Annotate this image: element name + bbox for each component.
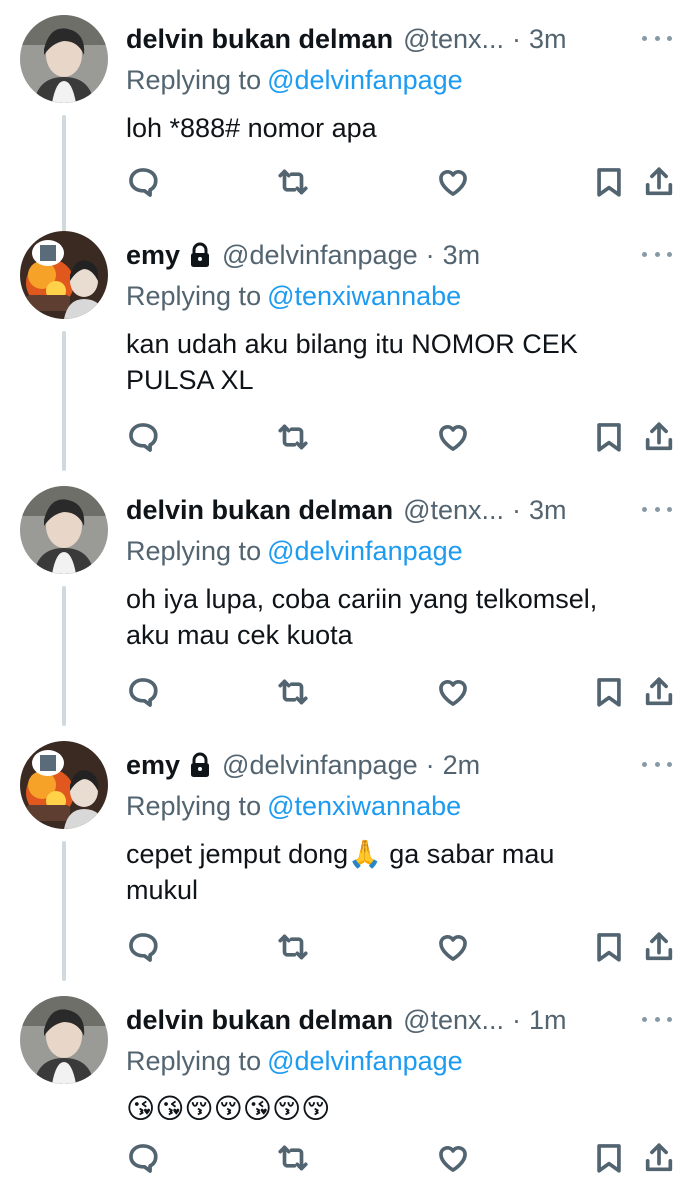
reply-mention[interactable]: @tenxiwannabe: [267, 791, 461, 821]
thread-line: [62, 331, 66, 471]
retweet-icon[interactable]: [276, 165, 312, 201]
username[interactable]: @delvinfanpage: [222, 240, 418, 271]
tweet-actions: [126, 930, 673, 966]
display-name[interactable]: delvin bukan delman: [126, 495, 393, 526]
retweet-icon[interactable]: [276, 1141, 312, 1177]
display-name[interactable]: delvin bukan delman: [126, 1005, 393, 1036]
avatar[interactable]: [20, 996, 108, 1084]
bookmark-icon[interactable]: [592, 420, 628, 456]
replying-label: Replying to: [126, 536, 262, 566]
replying-label: Replying to: [126, 65, 262, 95]
thread-line: [62, 586, 66, 726]
replying-to: Replying to @tenxiwannabe: [126, 788, 672, 824]
avatar-fire: [20, 231, 108, 319]
timestamp[interactable]: 3m: [443, 240, 481, 271]
bookmark-icon[interactable]: [592, 675, 628, 711]
reply-icon[interactable]: [126, 675, 162, 711]
tweet[interactable]: delvin bukan delman @tenx... · 1m Replyi…: [0, 981, 692, 1200]
replying-to: Replying to @tenxiwannabe: [126, 278, 672, 314]
reply-mention[interactable]: @delvinfanpage: [267, 1046, 463, 1076]
bookmark-icon[interactable]: [592, 1141, 628, 1177]
avatar-fire: [20, 741, 108, 829]
avatar[interactable]: [20, 486, 108, 574]
tweet-actions: [126, 420, 673, 456]
more-icon[interactable]: [642, 754, 672, 774]
more-icon[interactable]: [642, 499, 672, 519]
bookmark-icon[interactable]: [592, 165, 628, 201]
reply-mention[interactable]: @delvinfanpage: [267, 65, 463, 95]
avatar[interactable]: [20, 741, 108, 829]
more-icon[interactable]: [642, 28, 672, 48]
lock-icon: [191, 242, 210, 267]
tweet-text: oh iya lupa, coba cariin yang telkomsel,…: [126, 584, 598, 650]
like-icon[interactable]: [436, 930, 472, 966]
avatar-portrait: [20, 486, 108, 574]
display-name[interactable]: emy: [126, 240, 180, 271]
reply-icon[interactable]: [126, 930, 162, 966]
replying-label: Replying to: [126, 281, 262, 311]
timestamp[interactable]: 2m: [443, 750, 481, 781]
replying-to: Replying to @delvinfanpage: [126, 1043, 672, 1079]
bookmark-icon[interactable]: [592, 930, 628, 966]
timestamp[interactable]: 3m: [529, 495, 567, 526]
timestamp[interactable]: 3m: [529, 24, 567, 55]
share-icon[interactable]: [642, 675, 678, 711]
more-icon[interactable]: [642, 1009, 672, 1029]
share-icon[interactable]: [642, 420, 678, 456]
separator-dot: ·: [512, 23, 522, 54]
tweet-actions: [126, 165, 673, 201]
retweet-icon[interactable]: [276, 675, 312, 711]
username[interactable]: @delvinfanpage: [222, 750, 418, 781]
tweet-text: loh *888# nomor apa: [126, 113, 377, 143]
share-icon[interactable]: [642, 165, 678, 201]
share-icon[interactable]: [642, 1141, 678, 1177]
more-icon[interactable]: [642, 244, 672, 264]
reply-icon[interactable]: [126, 165, 162, 201]
replying-label: Replying to: [126, 791, 262, 821]
share-icon[interactable]: [642, 930, 678, 966]
retweet-icon[interactable]: [276, 420, 312, 456]
tweet[interactable]: delvin bukan delman @tenx... · 3m Replyi…: [0, 471, 692, 726]
replying-to: Replying to @delvinfanpage: [126, 533, 672, 569]
separator-dot: ·: [425, 749, 435, 780]
display-name[interactable]: emy: [126, 750, 180, 781]
replying-label: Replying to: [126, 1046, 262, 1076]
avatar-portrait: [20, 996, 108, 1084]
username[interactable]: @tenx...: [403, 1005, 504, 1036]
lock-icon: [191, 752, 210, 777]
like-icon[interactable]: [436, 165, 472, 201]
retweet-icon[interactable]: [276, 930, 312, 966]
tweet[interactable]: emy @delvinfanpage · 2m Replying to @tenx…: [0, 726, 692, 981]
separator-dot: ·: [512, 494, 522, 525]
reply-mention[interactable]: @tenxiwannabe: [267, 281, 461, 311]
like-icon[interactable]: [436, 1141, 472, 1177]
display-name[interactable]: delvin bukan delman: [126, 24, 393, 55]
avatar-portrait: [20, 15, 108, 103]
reply-mention[interactable]: @delvinfanpage: [267, 536, 463, 566]
tweet-actions: [126, 1141, 673, 1177]
tweet[interactable]: emy @delvinfanpage · 3m Replying to @tenx…: [0, 216, 692, 471]
reply-icon[interactable]: [126, 1141, 162, 1177]
tweet-text: kan udah aku bilang itu NOMOR CEK PULSA …: [126, 329, 578, 395]
avatar[interactable]: [20, 15, 108, 103]
username[interactable]: @tenx...: [403, 24, 504, 55]
avatar[interactable]: [20, 231, 108, 319]
separator-dot: ·: [512, 1004, 522, 1035]
thread-line: [62, 841, 66, 981]
like-icon[interactable]: [436, 675, 472, 711]
tweet-text: cepet jemput dong🙏 ga sabar mau mukul: [126, 839, 555, 905]
like-icon[interactable]: [436, 420, 472, 456]
timestamp[interactable]: 1m: [529, 1005, 567, 1036]
tweet-text: 😘😘😚😚😘😚😚: [126, 1093, 331, 1124]
reply-icon[interactable]: [126, 420, 162, 456]
tweet-actions: [126, 675, 673, 711]
separator-dot: ·: [425, 239, 435, 270]
replying-to: Replying to @delvinfanpage: [126, 62, 672, 98]
username[interactable]: @tenx...: [403, 495, 504, 526]
